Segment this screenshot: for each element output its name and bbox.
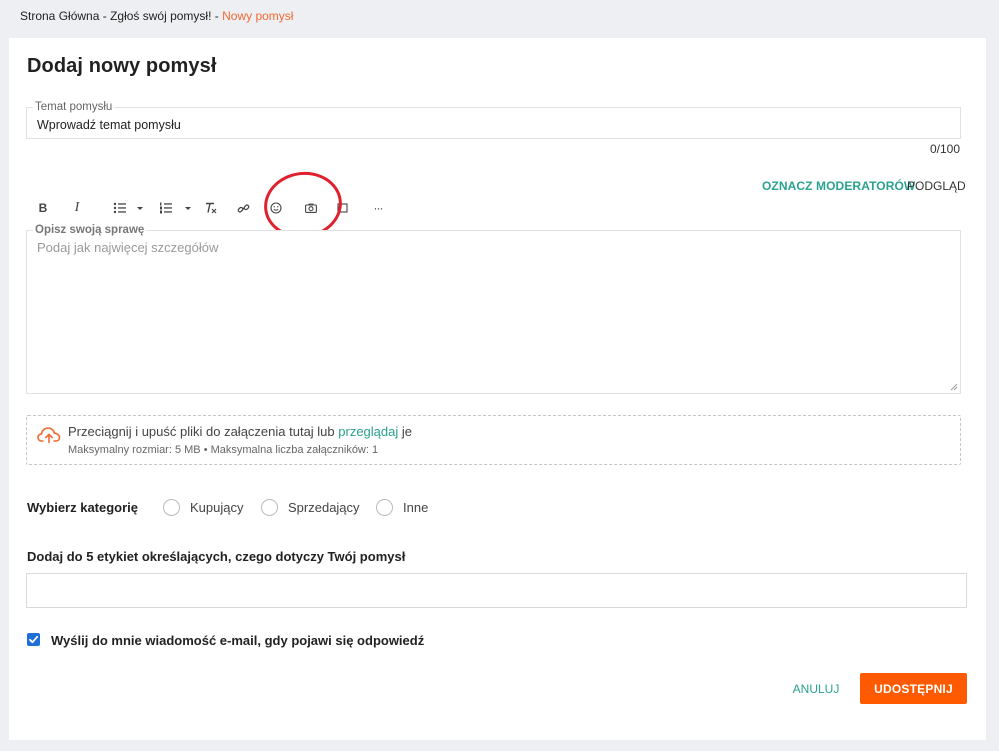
dropzone-text: Przeciągnij i upuść pliki do załączenia … (68, 424, 412, 439)
breadcrumb-parent[interactable]: Zgłoś swój pomysł! (110, 9, 211, 23)
radio-circle[interactable] (163, 499, 180, 516)
camera-icon (305, 203, 317, 213)
email-notify-checkbox[interactable] (27, 633, 40, 646)
category-radio-buyer[interactable]: Kupujący (163, 499, 243, 516)
category-option-label: Inne (403, 500, 429, 515)
dropzone-text-after: je (398, 424, 412, 439)
breadcrumb: Strona Główna - Zgłoś swój pomysł! - Now… (20, 9, 293, 23)
new-idea-form: Dodaj nowy pomysł Temat pomysłu Wprowadź… (9, 38, 986, 740)
breadcrumb-separator: - (211, 9, 223, 23)
numbered-list-button[interactable] (158, 196, 192, 220)
attachment-limits: Maksymalny rozmiar: 5 MB • Maksymalna li… (68, 444, 379, 456)
radio-circle[interactable] (376, 499, 393, 516)
cloud-upload-icon (37, 427, 61, 444)
preview-button[interactable]: PODGLĄD (907, 179, 966, 193)
category-radio-other[interactable]: Inne (376, 499, 428, 516)
numbered-list-icon (160, 202, 191, 214)
clear-formatting-icon (206, 202, 217, 214)
insert-image-button[interactable] (302, 196, 320, 220)
topic-value: Wprowadź temat pomysłu (37, 118, 181, 132)
category-option-label: Kupujący (190, 500, 244, 515)
bullet-list-button[interactable] (112, 196, 144, 220)
category-label: Wybierz kategorię (27, 500, 139, 515)
editor-toolbar: B I ··· (26, 196, 426, 220)
category-radio-seller[interactable]: Sprzedający (261, 499, 360, 516)
breadcrumb-home[interactable]: Strona Główna (20, 9, 99, 23)
link-button[interactable] (234, 196, 252, 220)
description-editor[interactable]: Opisz swoją sprawę Podaj jak najwięcej s… (26, 223, 961, 394)
tag-moderators-button[interactable]: OZNACZ MODERATORÓW (762, 179, 915, 193)
tags-input[interactable] (26, 573, 967, 608)
email-notify-label[interactable]: Wyślij do mnie wiadomość e-mail, gdy poj… (51, 633, 424, 648)
radio-circle[interactable] (261, 499, 278, 516)
insert-video-button[interactable] (334, 196, 350, 220)
video-icon (336, 203, 348, 213)
breadcrumb-separator: - (99, 9, 111, 23)
cancel-button[interactable]: ANULUJ (789, 674, 843, 704)
browse-files-link[interactable]: przeglądaj (338, 424, 398, 439)
emoji-button[interactable] (268, 196, 284, 220)
category-option-label: Sprzedający (288, 500, 360, 515)
more-options-button[interactable]: ··· (368, 196, 388, 220)
dropzone-text-before: Przeciągnij i upuść pliki do załączenia … (68, 424, 339, 439)
description-placeholder: Podaj jak najwięcej szczegółów (37, 240, 219, 255)
italic-button[interactable]: I (68, 196, 86, 220)
submit-button[interactable]: UDOSTĘPNIJ (860, 673, 967, 704)
breadcrumb-current: Nowy pomysł (222, 9, 294, 23)
attachment-dropzone[interactable]: Przeciągnij i upuść pliki do załączenia … (26, 415, 961, 465)
resize-grip-icon[interactable] (950, 383, 958, 391)
bullet-list-icon (113, 202, 143, 214)
emoji-icon (270, 202, 282, 214)
tags-label: Dodaj do 5 etykiet określających, czego … (27, 549, 406, 564)
bold-button[interactable]: B (34, 196, 52, 220)
topic-char-counter: 0/100 (929, 142, 960, 156)
topic-input[interactable]: Temat pomysłu Wprowadź temat pomysłu (26, 100, 961, 139)
link-icon (237, 203, 249, 213)
checkmark-icon (29, 635, 39, 644)
description-label: Opisz swoją sprawę (33, 223, 147, 237)
topic-label: Temat pomysłu (33, 100, 115, 114)
page-title: Dodaj nowy pomysł (27, 55, 217, 77)
clear-formatting-button[interactable] (202, 196, 220, 220)
